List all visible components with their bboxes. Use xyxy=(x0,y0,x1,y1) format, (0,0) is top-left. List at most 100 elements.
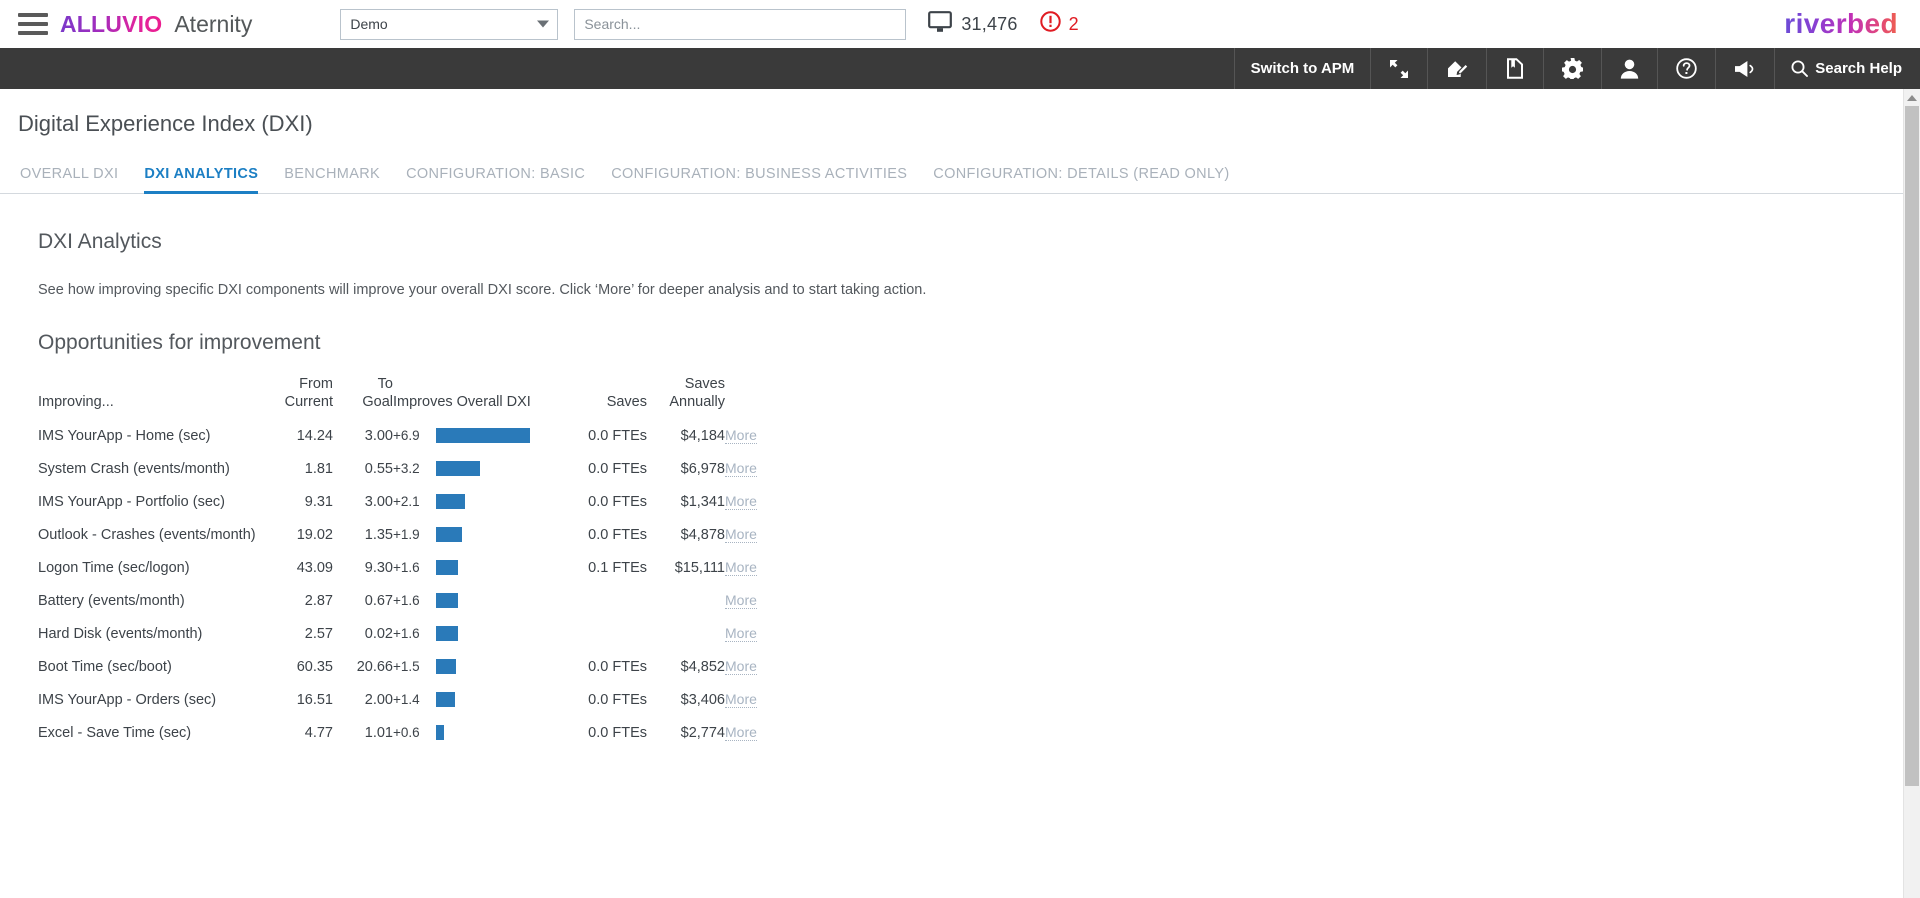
cell-saves-annually: $15,111 xyxy=(647,551,725,584)
cell-improves-overall-dxi: +1.6 xyxy=(393,617,543,650)
dxi-delta-value: +1.5 xyxy=(393,659,427,674)
help-button[interactable] xyxy=(1657,48,1715,89)
more-link[interactable]: More xyxy=(725,526,757,543)
scrollbar-thumb[interactable] xyxy=(1905,106,1919,786)
hamburger-icon[interactable] xyxy=(18,13,48,35)
cell-improving: Boot Time (sec/boot) xyxy=(38,650,270,683)
dxi-delta-group: +1.6 xyxy=(393,560,543,575)
main-content: DXI Analytics See how improving specific… xyxy=(0,194,1903,749)
cell-improves-overall-dxi: +2.1 xyxy=(393,485,543,518)
scroll-up-button[interactable] xyxy=(1904,89,1920,106)
column-header-annual-line2: Annually xyxy=(647,393,725,411)
dxi-bar xyxy=(436,560,458,575)
cell-actions: More xyxy=(725,485,795,518)
cell-from-current: 2.57 xyxy=(270,617,333,650)
account-button[interactable] xyxy=(1601,48,1657,89)
fullscreen-button[interactable] xyxy=(1370,48,1427,89)
dxi-delta-value: +1.4 xyxy=(393,692,427,707)
dxi-bar xyxy=(436,725,444,740)
page-body: Digital Experience Index (DXI) OVERALL D… xyxy=(0,89,1920,898)
cell-improves-overall-dxi: +0.6 xyxy=(393,716,543,749)
cell-saves-annually: $4,852 xyxy=(647,650,725,683)
cell-improves-overall-dxi: +1.4 xyxy=(393,683,543,716)
tab-bar: OVERALL DXI DXI ANALYTICS BENCHMARK CONF… xyxy=(0,161,1903,194)
cell-improving: IMS YourApp - Portfolio (sec) xyxy=(38,485,270,518)
vertical-scrollbar[interactable] xyxy=(1903,89,1920,898)
cell-saves-annually: $2,774 xyxy=(647,716,725,749)
cell-saves-annually xyxy=(647,584,725,617)
search-help-button[interactable]: Search Help xyxy=(1774,48,1920,89)
cell-actions: More xyxy=(725,452,795,485)
cell-from-current: 16.51 xyxy=(270,683,333,716)
table-row: Hard Disk (events/month)2.570.02+1.6More xyxy=(38,617,795,650)
more-link[interactable]: More xyxy=(725,625,757,642)
dxi-bar xyxy=(436,593,458,608)
settings-button[interactable] xyxy=(1543,48,1601,89)
tenant-select[interactable]: Demo xyxy=(340,9,558,40)
dxi-bar xyxy=(436,626,458,641)
dxi-delta-value: +1.6 xyxy=(393,593,427,608)
dxi-delta-group: +0.6 xyxy=(393,725,543,740)
tab-benchmark[interactable]: BENCHMARK xyxy=(284,166,380,194)
tab-overall-dxi[interactable]: OVERALL DXI xyxy=(20,166,118,194)
cell-improves-overall-dxi: +1.6 xyxy=(393,584,543,617)
more-link[interactable]: More xyxy=(725,691,757,708)
tab-configuration-details[interactable]: CONFIGURATION: DETAILS (READ ONLY) xyxy=(933,166,1229,194)
cell-improves-overall-dxi: +1.9 xyxy=(393,518,543,551)
dxi-delta-group: +1.9 xyxy=(393,527,543,542)
cell-to-goal: 2.00 xyxy=(333,683,393,716)
cell-saves: 0.0 FTEs xyxy=(543,683,647,716)
utility-toolbar: Switch to APM xyxy=(0,48,1920,89)
tab-dxi-analytics[interactable]: DXI ANALYTICS xyxy=(144,166,258,194)
alert-count-stat[interactable]: 2 xyxy=(1040,11,1079,37)
tenant-select-wrapper: Demo xyxy=(340,9,558,40)
cell-from-current: 9.31 xyxy=(270,485,333,518)
device-count-stat[interactable]: 31,476 xyxy=(928,11,1017,38)
search-input[interactable] xyxy=(574,9,906,40)
column-header-actions xyxy=(725,375,795,419)
switch-to-apm-button[interactable]: Switch to APM xyxy=(1234,48,1371,89)
cell-actions: More xyxy=(725,551,795,584)
cell-improving: IMS YourApp - Orders (sec) xyxy=(38,683,270,716)
dxi-delta-value: +3.2 xyxy=(393,461,427,476)
more-link[interactable]: More xyxy=(725,724,757,741)
more-link[interactable]: More xyxy=(725,592,757,609)
column-header-to-goal: To Goal xyxy=(333,375,393,419)
column-header-to-line1: To xyxy=(333,375,393,393)
more-link[interactable]: More xyxy=(725,427,757,444)
dxi-delta-group: +3.2 xyxy=(393,461,543,476)
dxi-delta-group: +6.9 xyxy=(393,428,543,443)
search-help-label: Search Help xyxy=(1815,60,1902,77)
cell-improving: System Crash (events/month) xyxy=(38,452,270,485)
set-home-button[interactable] xyxy=(1427,48,1486,89)
cell-improving: Excel - Save Time (sec) xyxy=(38,716,270,749)
cell-improves-overall-dxi: +3.2 xyxy=(393,452,543,485)
announcements-button[interactable] xyxy=(1715,48,1774,89)
bookmarks-button[interactable] xyxy=(1486,48,1543,89)
more-link[interactable]: More xyxy=(725,559,757,576)
tab-configuration-basic[interactable]: CONFIGURATION: BASIC xyxy=(406,166,585,194)
more-link[interactable]: More xyxy=(725,460,757,477)
cell-improving: Outlook - Crashes (events/month) xyxy=(38,518,270,551)
cell-saves: 0.0 FTEs xyxy=(543,452,647,485)
cell-from-current: 60.35 xyxy=(270,650,333,683)
dxi-bar xyxy=(436,659,456,674)
gear-icon xyxy=(1562,58,1583,79)
bookmark-page-icon xyxy=(1505,58,1525,79)
tab-configuration-business-activities[interactable]: CONFIGURATION: BUSINESS ACTIVITIES xyxy=(611,166,907,194)
column-header-from-current: From Current xyxy=(270,375,333,419)
cell-to-goal: 9.30 xyxy=(333,551,393,584)
alert-circle-icon xyxy=(1040,11,1061,37)
cell-from-current: 4.77 xyxy=(270,716,333,749)
table-body: IMS YourApp - Home (sec)14.243.00+6.90.0… xyxy=(38,419,795,749)
more-link[interactable]: More xyxy=(725,658,757,675)
table-row: IMS YourApp - Home (sec)14.243.00+6.90.0… xyxy=(38,419,795,452)
table-header-row: Improving... From Current To Goal Improv… xyxy=(38,375,795,419)
device-count-value: 31,476 xyxy=(961,14,1017,35)
dxi-delta-value: +2.1 xyxy=(393,494,427,509)
column-header-annual-line1: Saves xyxy=(647,375,725,393)
cell-improves-overall-dxi: +1.6 xyxy=(393,551,543,584)
more-link[interactable]: More xyxy=(725,493,757,510)
table-row: Logon Time (sec/logon)43.099.30+1.60.1 F… xyxy=(38,551,795,584)
dxi-delta-group: +1.4 xyxy=(393,692,543,707)
